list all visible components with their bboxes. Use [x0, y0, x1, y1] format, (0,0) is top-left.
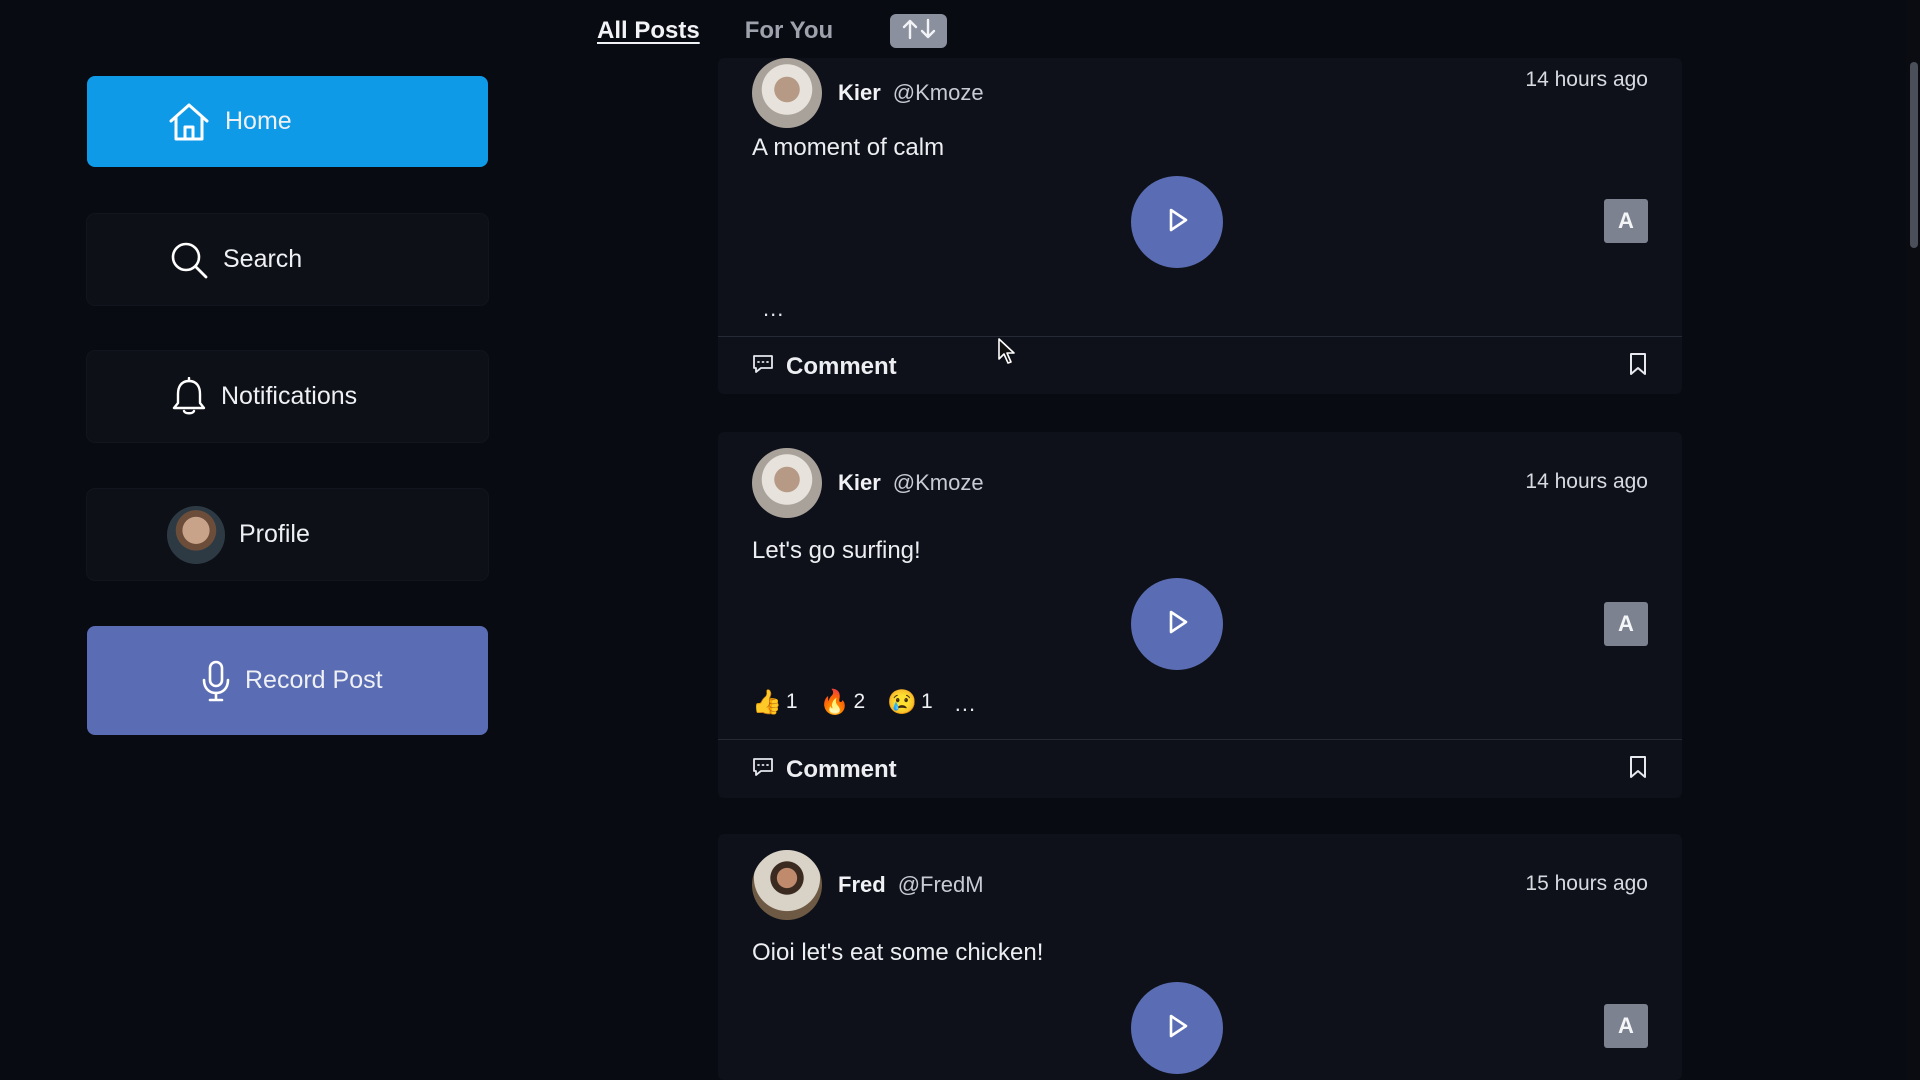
scrollbar[interactable]: [1906, 0, 1920, 1080]
sidebar-item-notifications[interactable]: Notifications: [87, 351, 488, 442]
post-text: A moment of calm: [752, 134, 945, 161]
post-author: Kier @Kmoze: [752, 58, 984, 128]
post-text: Oioi let's eat some chicken!: [752, 939, 1044, 966]
comment-button[interactable]: Comment: [752, 756, 897, 784]
a-button[interactable]: A: [1604, 602, 1648, 646]
post-card: Fred @FredM 15 hours ago Oioi let's eat …: [718, 834, 1682, 1080]
avatar[interactable]: [752, 58, 822, 128]
crying-face-icon: 😢: [887, 688, 918, 716]
divider: [718, 739, 1682, 740]
author-handle: @Kmoze: [892, 80, 984, 105]
search-icon: [169, 240, 209, 280]
play-icon: [1162, 607, 1192, 642]
feed-tabs: All Posts For You: [597, 14, 948, 48]
profile-avatar: [167, 505, 225, 564]
post-card: Kier @Kmoze 14 hours ago A moment of cal…: [718, 58, 1682, 394]
reaction-count: 2: [853, 690, 866, 713]
comment-button[interactable]: Comment: [752, 353, 897, 381]
reaction-crying[interactable]: 😢 1: [887, 688, 933, 717]
reaction-count: 1: [921, 690, 933, 713]
play-button[interactable]: [1131, 176, 1223, 268]
post-timestamp: 14 hours ago: [1525, 470, 1648, 493]
home-icon: [167, 101, 211, 143]
post-author: Kier @Kmoze: [752, 448, 984, 518]
post-timestamp: 15 hours ago: [1525, 872, 1648, 895]
author-name: Fred: [838, 872, 886, 897]
author-handle: @Kmoze: [892, 470, 984, 495]
author-name: Kier: [838, 470, 881, 495]
comment-icon: [752, 757, 774, 782]
sidebar-item-label: Profile: [239, 520, 310, 548]
avatar[interactable]: [752, 448, 822, 518]
microphone-icon: [201, 660, 231, 702]
post-author: Fred @FredM: [752, 850, 984, 920]
more-reactions-button[interactable]: ...: [763, 296, 784, 322]
a-button[interactable]: A: [1604, 199, 1648, 243]
tab-all-posts[interactable]: All Posts: [597, 17, 700, 45]
sidebar-item-label: Home: [225, 107, 292, 135]
reaction-thumbs-up[interactable]: 👍 1: [752, 688, 798, 717]
sidebar-item-profile[interactable]: Profile: [87, 489, 488, 580]
a-button[interactable]: A: [1604, 1004, 1648, 1048]
sort-toggle-button[interactable]: [890, 14, 948, 48]
reaction-fire[interactable]: 🔥 2: [820, 688, 866, 717]
fire-icon: 🔥: [819, 688, 850, 716]
post-card: Kier @Kmoze 14 hours ago Let's go surfin…: [718, 432, 1682, 798]
comment-icon: [752, 354, 774, 379]
author-name: Kier: [838, 80, 881, 105]
reaction-bar: 👍 1 🔥 2 😢 1 ...: [752, 687, 976, 717]
scrollbar-thumb[interactable]: [1910, 62, 1918, 248]
post-text: Let's go surfing!: [752, 537, 921, 564]
tab-for-you[interactable]: For You: [745, 17, 833, 45]
record-post-button[interactable]: Record Post: [87, 626, 488, 735]
sidebar-item-label: Search: [223, 245, 303, 273]
divider: [718, 336, 1682, 337]
bookmark-icon[interactable]: [1628, 352, 1648, 381]
play-button[interactable]: [1131, 982, 1223, 1074]
post-footer: Comment: [752, 352, 1648, 381]
comment-label: Comment: [786, 352, 897, 380]
sidebar-item-label: Record Post: [245, 666, 383, 694]
author-handle: @FredM: [897, 872, 984, 897]
sidebar-item-search[interactable]: Search: [87, 214, 488, 305]
more-reactions-button[interactable]: ...: [955, 691, 976, 717]
thumbs-up-icon: 👍: [752, 688, 782, 716]
bell-icon: [171, 376, 207, 417]
sort-arrows-icon: [899, 16, 939, 47]
play-icon: [1162, 205, 1192, 240]
comment-label: Comment: [786, 755, 897, 783]
sidebar-item-label: Notifications: [221, 382, 358, 410]
sidebar-item-home[interactable]: Home: [87, 76, 488, 167]
post-timestamp: 14 hours ago: [1525, 68, 1648, 91]
play-icon: [1162, 1011, 1192, 1046]
bookmark-icon[interactable]: [1628, 755, 1648, 784]
reaction-count: 1: [785, 690, 798, 713]
avatar[interactable]: [752, 850, 822, 920]
play-button[interactable]: [1131, 578, 1223, 670]
mouse-cursor-icon: [997, 337, 1017, 370]
post-footer: Comment: [752, 755, 1648, 784]
